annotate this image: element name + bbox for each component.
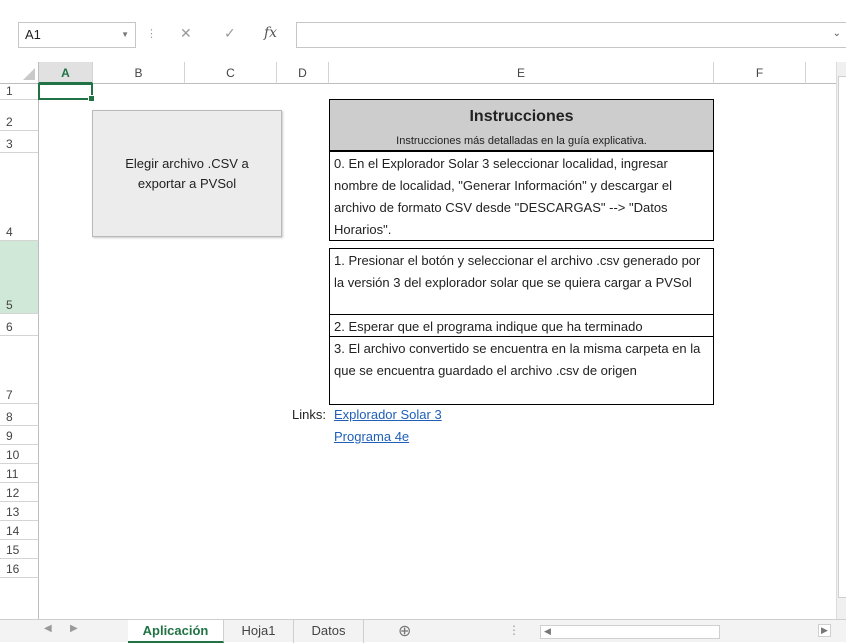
formula-buttons: ⋮ ✕ ✓ fx bbox=[146, 22, 288, 48]
row-header-11[interactable]: 11 bbox=[0, 464, 39, 483]
vertical-scroll-thumb[interactable] bbox=[838, 76, 846, 598]
instruction-step-0: 0. En el Explorador Solar 3 seleccionar … bbox=[329, 151, 714, 241]
column-header-f[interactable]: F bbox=[714, 62, 806, 84]
formula-input[interactable]: ⌄ bbox=[296, 22, 846, 48]
row-header-15[interactable]: 15 bbox=[0, 540, 39, 559]
tab-splitter-icon[interactable]: ⋮ bbox=[508, 623, 520, 637]
expand-formula-icon[interactable]: ⌄ bbox=[833, 28, 841, 39]
instruction-step-3: 3. El archivo convertido se encuentra en… bbox=[329, 336, 714, 405]
instruction-step-1: 1. Presionar el botón y seleccionar el a… bbox=[329, 248, 714, 315]
instructions-header: Instrucciones Instrucciones más detallad… bbox=[329, 99, 714, 151]
prev-sheet-icon[interactable]: ◀ bbox=[44, 623, 52, 634]
more-options-icon: ⋮ bbox=[146, 28, 157, 40]
cancel-icon[interactable]: ✕ bbox=[180, 25, 192, 42]
row-header-9[interactable]: 9 bbox=[0, 426, 39, 445]
scroll-left-icon[interactable]: ◀ bbox=[544, 626, 551, 637]
instruction-step-2: 2. Esperar que el programa indique que h… bbox=[329, 314, 714, 337]
active-cell-a1[interactable] bbox=[38, 83, 95, 102]
column-header-d[interactable]: D bbox=[277, 62, 329, 84]
row-header-10[interactable]: 10 bbox=[0, 445, 39, 464]
tab-aplicacion[interactable]: Aplicación bbox=[128, 620, 224, 643]
column-header-c[interactable]: C bbox=[185, 62, 277, 84]
row-header-3[interactable]: 3 bbox=[0, 131, 39, 153]
horizontal-scrollbar[interactable]: ◀ bbox=[540, 625, 720, 639]
row-header-6[interactable]: 6 bbox=[0, 314, 39, 336]
sheet-tab-bar: ◀ ▶ Aplicación Hoja1 Datos ⊕ ⋮ ◀ ▶ bbox=[0, 619, 846, 643]
column-header-a[interactable]: A bbox=[39, 62, 93, 84]
column-header-g[interactable] bbox=[806, 62, 836, 84]
add-sheet-icon[interactable]: ⊕ bbox=[398, 621, 411, 641]
link-programa-4e[interactable]: Programa 4e bbox=[334, 429, 409, 444]
choose-csv-button[interactable]: Elegir archivo .CSV a exportar a PVSol bbox=[92, 110, 282, 237]
select-all-corner[interactable] bbox=[0, 62, 39, 84]
fill-handle[interactable] bbox=[88, 95, 95, 102]
row-header-2[interactable]: 2 bbox=[0, 100, 39, 131]
column-header-e[interactable]: E bbox=[329, 62, 714, 84]
scroll-right-icon[interactable]: ▶ bbox=[818, 624, 831, 637]
tab-datos[interactable]: Datos bbox=[294, 620, 364, 643]
instructions-title: Instrucciones bbox=[469, 108, 574, 125]
row-header-5[interactable]: 5 bbox=[0, 241, 39, 314]
link-explorador-solar[interactable]: Explorador Solar 3 bbox=[334, 407, 442, 422]
formula-bar: A1 ▼ ⋮ ✕ ✓ fx ⌄ bbox=[0, 0, 846, 62]
instructions-subtitle: Instrucciones más detalladas en la guía … bbox=[396, 135, 647, 147]
row-header-16[interactable]: 16 bbox=[0, 559, 39, 578]
row-header-17[interactable] bbox=[0, 578, 39, 619]
row-header-12[interactable]: 12 bbox=[0, 483, 39, 502]
name-box[interactable]: A1 ▼ bbox=[18, 22, 136, 48]
row-header-4[interactable]: 4 bbox=[0, 153, 39, 241]
row-header-7[interactable]: 7 bbox=[0, 336, 39, 404]
vertical-scrollbar[interactable] bbox=[836, 62, 846, 619]
insert-function-icon[interactable]: fx bbox=[264, 25, 277, 41]
row-header-14[interactable]: 14 bbox=[0, 521, 39, 540]
row-header-13[interactable]: 13 bbox=[0, 502, 39, 521]
row-header-1[interactable]: 1 bbox=[0, 84, 39, 100]
links-label: Links: bbox=[292, 407, 326, 422]
name-box-value: A1 bbox=[25, 27, 41, 42]
chevron-down-icon[interactable]: ▼ bbox=[121, 23, 129, 47]
enter-icon[interactable]: ✓ bbox=[224, 25, 236, 42]
next-sheet-icon[interactable]: ▶ bbox=[70, 623, 78, 634]
tab-hoja1[interactable]: Hoja1 bbox=[224, 620, 294, 643]
row-header-8[interactable]: 8 bbox=[0, 404, 39, 426]
column-header-b[interactable]: B bbox=[93, 62, 185, 84]
